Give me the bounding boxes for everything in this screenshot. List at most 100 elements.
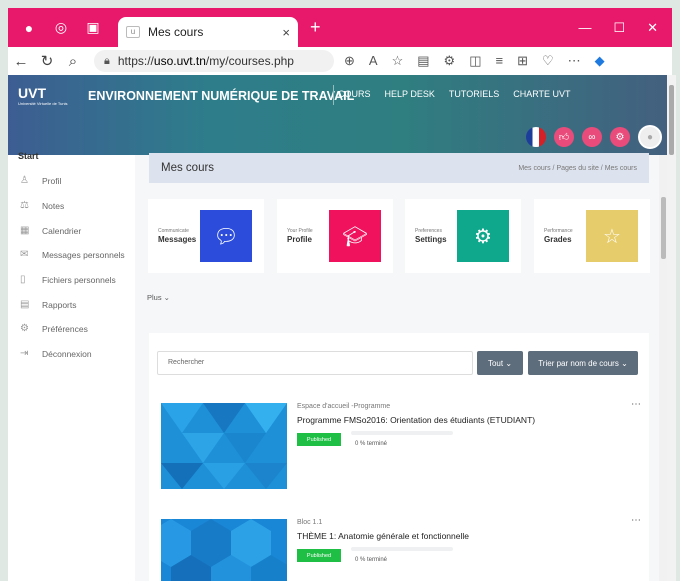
- nav-help-desk[interactable]: HELP DESK: [385, 89, 435, 99]
- progress-bar: [351, 431, 453, 435]
- settings-icon[interactable]: ⚙: [610, 127, 630, 147]
- breadcrumb[interactable]: Mes cours / Pages du site / Mes cours: [518, 165, 637, 172]
- page-scrollbar[interactable]: [667, 75, 676, 581]
- nav-charte-uvt[interactable]: CHARTE UVT: [513, 89, 570, 99]
- search-icon[interactable]: ⌕: [60, 53, 86, 70]
- card-settings[interactable]: Preferences Settings ⚙: [405, 199, 521, 273]
- tab-title: Mes cours: [148, 25, 204, 39]
- collections-add-icon[interactable]: ⊞: [517, 53, 528, 69]
- profile-icon[interactable]: ●: [18, 17, 40, 39]
- site-header: UVT Université Virtuelle de Tunis ENVIRO…: [8, 75, 668, 155]
- tab-actions-icon[interactable]: ▣: [82, 17, 104, 39]
- url-field[interactable]: 🔒︎ https://uso.uvt.tn/my/courses.php: [94, 50, 334, 72]
- avatar[interactable]: ●: [638, 125, 662, 149]
- progress-bar: [351, 547, 453, 551]
- zoom-icon[interactable]: ⊕: [344, 53, 355, 69]
- sidebar-item-label: Déconnexion: [42, 348, 92, 359]
- back-icon[interactable]: ←: [8, 53, 34, 70]
- card-caption: Communicate: [158, 228, 189, 234]
- close-tab-icon[interactable]: ×: [282, 25, 290, 40]
- grades-icon: ⚖: [20, 200, 29, 211]
- card-label: Settings: [415, 235, 447, 244]
- card-label: Grades: [544, 235, 572, 244]
- sidebar-item-notes[interactable]: ⚖ Notes: [20, 200, 64, 211]
- french-flag-icon[interactable]: [526, 127, 546, 147]
- course-thumbnail[interactable]: [161, 403, 287, 489]
- main-content: Mes cours Mes cours / Pages du site / Me…: [135, 153, 659, 581]
- card-caption: Preferences: [415, 228, 442, 234]
- favorites-list-icon[interactable]: ≡: [495, 53, 503, 69]
- extensions-icon[interactable]: ⚙: [444, 53, 456, 69]
- course-thumbnail[interactable]: [161, 519, 287, 581]
- card-label: Messages: [158, 235, 197, 244]
- calendar-icon: ▦: [20, 225, 30, 236]
- sidebar-item-preferences[interactable]: ⚙ Préférences: [20, 323, 88, 334]
- card-messages[interactable]: Communicate Messages 💬︎: [148, 199, 264, 273]
- sidebar-item-calendrier[interactable]: ▦ Calendrier: [20, 225, 81, 236]
- nav-divider: [333, 85, 334, 105]
- courses-panel: Rechercher Tout ⌄ Trier par nom de cours…: [149, 333, 649, 581]
- sidebar-item-label: Notes: [42, 200, 65, 211]
- minimize-icon[interactable]: —: [578, 20, 591, 36]
- uvt-logo[interactable]: UVT Université Virtuelle de Tunis: [18, 85, 68, 106]
- close-window-icon[interactable]: ✕: [647, 20, 658, 36]
- url-host: uso.uvt.tn: [153, 54, 206, 68]
- page-title: Mes cours: [161, 162, 215, 174]
- copilot-icon[interactable]: ◆: [595, 53, 605, 69]
- course-name[interactable]: THÈME 1: Anatomie générale et fonctionne…: [297, 531, 469, 541]
- sidebar-item-fichiers[interactable]: ▯ Fichiers personnels: [20, 274, 116, 285]
- more-icon[interactable]: ⋯: [568, 53, 581, 69]
- browser-tab[interactable]: u Mes cours ×: [118, 17, 298, 47]
- sidebar-item-label: Calendrier: [42, 225, 82, 236]
- status-badge: Published: [297, 549, 341, 562]
- sidebar-heading: Start: [18, 151, 39, 161]
- sidebar-item-deconnexion[interactable]: ⇥ Déconnexion: [20, 348, 92, 359]
- sidebar-item-label: Rapports: [42, 299, 77, 310]
- page-scrollbar-thumb[interactable]: [669, 85, 674, 155]
- sidebar-item-profil[interactable]: ♙ Profil: [20, 175, 61, 186]
- favorite-icon[interactable]: ☆: [392, 53, 404, 69]
- sidebar-item-label: Fichiers personnels: [42, 274, 116, 285]
- site-title[interactable]: ENVIRONNEMENT NUMÉRIQUE DE TRAVAIL: [88, 89, 354, 103]
- thumbs-up-icon[interactable]: 👍︎: [554, 127, 574, 147]
- link-icon[interactable]: ∞: [582, 127, 602, 147]
- more-options-icon[interactable]: ⋯: [631, 515, 641, 526]
- more-options-icon[interactable]: ⋯: [631, 399, 641, 410]
- chat-bubble-icon: 💬︎: [200, 210, 252, 262]
- lock-icon: 🔒︎: [104, 54, 110, 67]
- content-scrollbar-thumb[interactable]: [661, 197, 666, 259]
- sidebar-item-rapports[interactable]: ▤ Rapports: [20, 299, 77, 310]
- search-input[interactable]: Rechercher: [157, 351, 473, 375]
- url-path: /my/courses.php: [205, 54, 294, 68]
- url-prefix: https://: [117, 54, 154, 68]
- sidebar-item-messages[interactable]: ✉ Messages personnels: [20, 249, 125, 260]
- course-name[interactable]: Programme FMSo2016: Orientation des étud…: [297, 415, 535, 425]
- sidebar-item-label: Messages personnels: [42, 249, 125, 260]
- filter-dropdown[interactable]: Tout ⌄: [477, 351, 523, 375]
- progress-text: 0 % terminé: [355, 441, 388, 447]
- card-grades[interactable]: Performance Grades ☆: [534, 199, 650, 273]
- nav-tutoriels[interactable]: TUTORIELS: [449, 89, 499, 99]
- new-tab-button[interactable]: +: [310, 17, 321, 38]
- maximize-icon[interactable]: ☐: [613, 20, 625, 36]
- reload-icon[interactable]: ↻: [34, 52, 60, 70]
- card-caption: Your Profile: [287, 228, 313, 234]
- course-category: Espace d'accueil -Programme: [297, 403, 391, 410]
- reading-view-icon[interactable]: ▤: [417, 53, 429, 69]
- sidebar: Start ♙ Profil ⚖ Notes ▦ Calendrier ✉ Messag…: [8, 151, 135, 581]
- logo-text: UVT: [18, 85, 46, 101]
- collections-icon[interactable]: ◎: [50, 17, 72, 39]
- plus-toggle[interactable]: Plus ⌄: [147, 293, 170, 302]
- nav-cours[interactable]: COURS: [338, 89, 371, 99]
- browser-essentials-icon[interactable]: ♡: [542, 53, 554, 69]
- sidebar-item-label: Préférences: [42, 323, 88, 334]
- user-icon: ♙: [20, 175, 29, 186]
- split-screen-icon[interactable]: ◫: [469, 53, 481, 69]
- read-aloud-icon[interactable]: A: [369, 53, 378, 69]
- report-icon: ▤: [20, 299, 30, 310]
- stars-hand-icon: ☆: [586, 210, 638, 262]
- chat-icon: ✉: [20, 249, 29, 260]
- card-profile[interactable]: Your Profile Profile 🎓︎: [277, 199, 393, 273]
- sort-dropdown[interactable]: Trier par nom de cours ⌄: [528, 351, 638, 375]
- status-badge: Published: [297, 433, 341, 446]
